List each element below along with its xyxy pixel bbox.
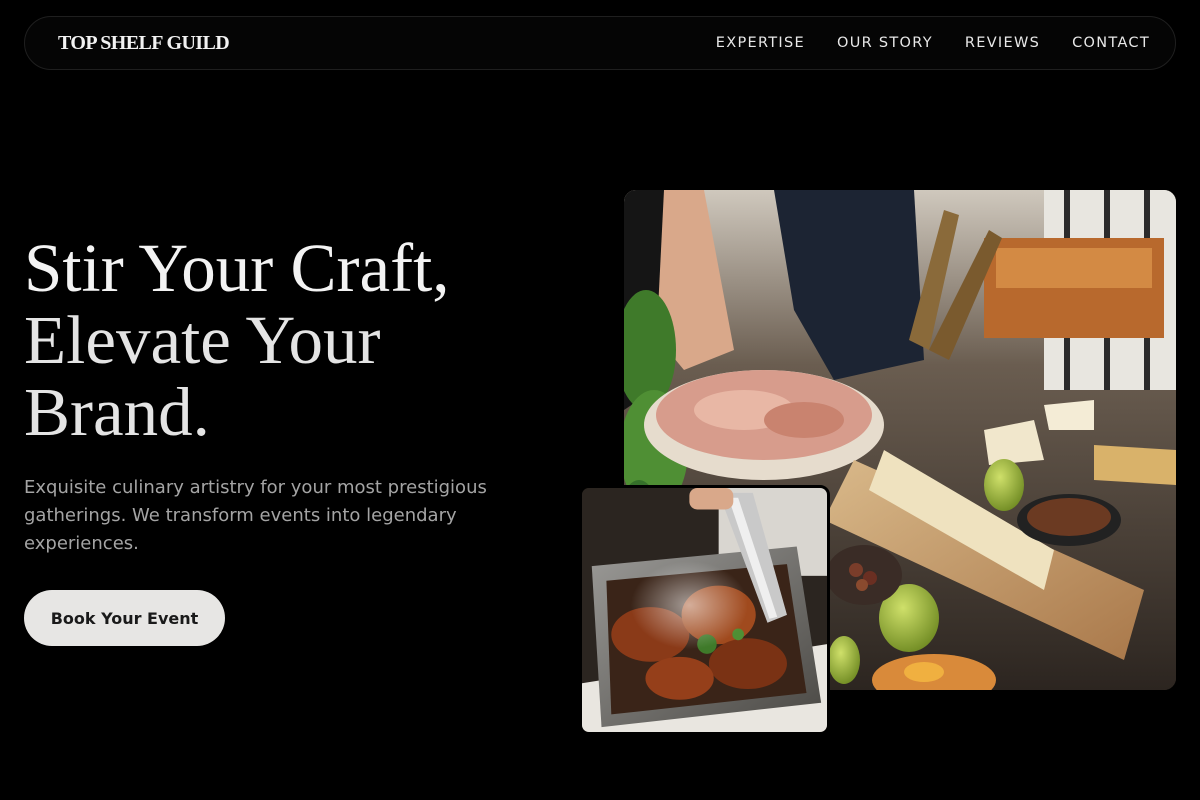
nav-link-reviews[interactable]: REVIEWS <box>965 35 1040 51</box>
nav-link-expertise[interactable]: EXPERTISE <box>716 35 805 51</box>
hero-subtitle: Exquisite culinary artistry for your mos… <box>24 477 487 554</box>
nav-link-contact[interactable]: CONTACT <box>1072 35 1150 51</box>
hero-title-line-2: Elevate Your <box>24 302 381 378</box>
nav-links: EXPERTISE OUR STORY REVIEWS CONTACT <box>684 35 1150 51</box>
nav-link-our-story[interactable]: OUR STORY <box>837 35 933 51</box>
grilled-food-tongs-photo <box>579 485 830 735</box>
book-event-button[interactable]: Book Your Event <box>24 590 225 646</box>
brand-logo[interactable]: TOP SHELF GUILD <box>58 32 230 55</box>
hero-title-line-1: Stir Your Craft, <box>24 230 450 306</box>
navbar: TOP SHELF GUILD EXPERTISE OUR STORY REVI… <box>24 16 1176 70</box>
hero-title-line-3: Brand. <box>24 374 210 450</box>
hero-title: Stir Your Craft, Elevate Your Brand. <box>24 232 544 448</box>
